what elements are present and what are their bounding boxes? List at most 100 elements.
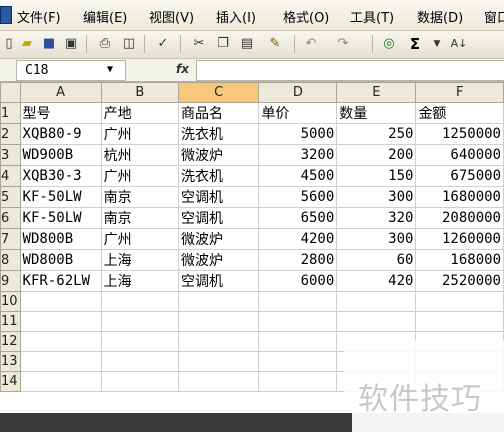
name-box[interactable]: C18 ▼ xyxy=(16,60,126,81)
permission-icon[interactable]: ▣ xyxy=(62,35,80,53)
row-header[interactable]: 3 xyxy=(0,144,21,166)
cell[interactable]: 洗衣机 xyxy=(177,165,260,187)
cell[interactable]: 杭州 xyxy=(100,144,179,166)
cell[interactable]: 2800 xyxy=(258,249,338,271)
cell[interactable]: 空调机 xyxy=(177,186,260,208)
column-header[interactable]: E xyxy=(336,82,417,103)
row-header[interactable]: 11 xyxy=(0,311,21,332)
cell[interactable]: 2520000 xyxy=(415,270,504,292)
cell[interactable] xyxy=(258,371,338,392)
paste-icon[interactable]: ▤ xyxy=(238,35,256,53)
autosum-icon[interactable]: Σ xyxy=(406,35,424,53)
cell[interactable]: 4200 xyxy=(258,228,338,250)
cell[interactable] xyxy=(177,351,260,372)
cell[interactable]: 商品名 xyxy=(177,102,260,124)
cell[interactable]: 微波炉 xyxy=(177,249,260,271)
cell[interactable]: 2080000 xyxy=(415,207,504,229)
menu-data[interactable]: 数据(D) xyxy=(417,7,463,26)
redo-icon[interactable]: ↷ xyxy=(334,35,352,53)
format-painter-icon[interactable]: ✎ xyxy=(266,35,284,53)
copy-icon[interactable]: ❐ xyxy=(214,35,232,53)
select-all-corner[interactable] xyxy=(0,82,21,103)
cell[interactable] xyxy=(19,331,102,352)
menu-format[interactable]: 格式(O) xyxy=(283,7,329,26)
cell[interactable] xyxy=(336,311,417,332)
sort-ascending-icon[interactable]: A↓ xyxy=(446,35,472,53)
cell[interactable]: 单价 xyxy=(258,102,338,124)
cell[interactable]: 微波炉 xyxy=(177,144,260,166)
cell[interactable]: 上海 xyxy=(100,249,179,271)
autosum-dropdown-icon[interactable]: ▼ xyxy=(428,35,446,53)
hyperlink-icon[interactable]: ◎ xyxy=(380,35,398,53)
cell[interactable] xyxy=(258,331,338,352)
cell[interactable] xyxy=(19,371,102,392)
cell[interactable] xyxy=(100,311,179,332)
cell[interactable]: 产地 xyxy=(100,102,179,124)
cell[interactable]: 6000 xyxy=(258,270,338,292)
cell[interactable]: 200 xyxy=(336,144,417,166)
cell[interactable]: 1250000 xyxy=(415,123,504,145)
menu-insert[interactable]: 插入(I) xyxy=(216,7,256,26)
cell[interactable]: 250 xyxy=(336,123,417,145)
cell[interactable]: 广州 xyxy=(100,165,179,187)
menu-view[interactable]: 视图(V) xyxy=(149,7,194,26)
cell[interactable]: 6500 xyxy=(258,207,338,229)
cell[interactable] xyxy=(100,351,179,372)
menu-edit[interactable]: 编辑(E) xyxy=(83,7,127,26)
row-header[interactable]: 7 xyxy=(0,228,21,250)
chevron-down-icon[interactable]: ▼ xyxy=(107,60,113,79)
cell[interactable] xyxy=(258,351,338,372)
cell[interactable]: KF-50LW xyxy=(19,207,102,229)
undo-icon[interactable]: ↶ xyxy=(302,35,320,53)
row-header[interactable]: 14 xyxy=(0,371,21,392)
cell[interactable] xyxy=(177,311,260,332)
cell[interactable]: 300 xyxy=(336,228,417,250)
cell[interactable]: 150 xyxy=(336,165,417,187)
cell[interactable]: 5600 xyxy=(258,186,338,208)
cell[interactable]: 广州 xyxy=(100,123,179,145)
cell[interactable]: 300 xyxy=(336,186,417,208)
row-header[interactable]: 6 xyxy=(0,207,21,229)
column-header[interactable]: A xyxy=(19,82,102,103)
cell[interactable]: 广州 xyxy=(100,228,179,250)
cell[interactable]: 空调机 xyxy=(177,207,260,229)
cell[interactable]: 南京 xyxy=(100,207,179,229)
cell[interactable] xyxy=(19,351,102,372)
cell[interactable]: 640000 xyxy=(415,144,504,166)
cell[interactable] xyxy=(100,331,179,352)
cell[interactable] xyxy=(415,311,504,332)
column-header-selected[interactable]: C xyxy=(177,82,260,103)
cell[interactable]: 168000 xyxy=(415,249,504,271)
row-header[interactable]: 5 xyxy=(0,186,21,208)
new-icon[interactable]: ▯ xyxy=(0,35,18,53)
cell[interactable]: XQB30-3 xyxy=(19,165,102,187)
formula-input[interactable] xyxy=(196,60,504,81)
row-header[interactable]: 2 xyxy=(0,123,21,145)
cell[interactable]: 金额 xyxy=(415,102,504,124)
cell[interactable]: 空调机 xyxy=(177,270,260,292)
menu-window[interactable]: 窗口 xyxy=(484,7,504,26)
row-header[interactable]: 12 xyxy=(0,331,21,352)
column-header[interactable]: B xyxy=(100,82,179,103)
row-header[interactable]: 10 xyxy=(0,291,21,312)
cell[interactable]: 1680000 xyxy=(415,186,504,208)
insert-function-icon[interactable]: fx xyxy=(176,62,189,76)
cell[interactable]: 上海 xyxy=(100,270,179,292)
cell[interactable] xyxy=(177,331,260,352)
row-header[interactable]: 4 xyxy=(0,165,21,187)
cell[interactable]: 微波炉 xyxy=(177,228,260,250)
cell[interactable]: 675000 xyxy=(415,165,504,187)
column-header[interactable]: D xyxy=(258,82,338,103)
cell[interactable]: 5000 xyxy=(258,123,338,145)
row-header[interactable]: 8 xyxy=(0,249,21,271)
cell[interactable] xyxy=(177,291,260,312)
cell[interactable] xyxy=(336,291,417,312)
cell[interactable]: 洗衣机 xyxy=(177,123,260,145)
cell[interactable]: 数量 xyxy=(336,102,417,124)
excel-app-icon[interactable] xyxy=(0,6,12,24)
cell[interactable]: 1260000 xyxy=(415,228,504,250)
cell[interactable]: 3200 xyxy=(258,144,338,166)
cut-icon[interactable]: ✂ xyxy=(190,35,208,53)
menu-file[interactable]: 文件(F) xyxy=(17,7,61,26)
cell[interactable]: KF-50LW xyxy=(19,186,102,208)
